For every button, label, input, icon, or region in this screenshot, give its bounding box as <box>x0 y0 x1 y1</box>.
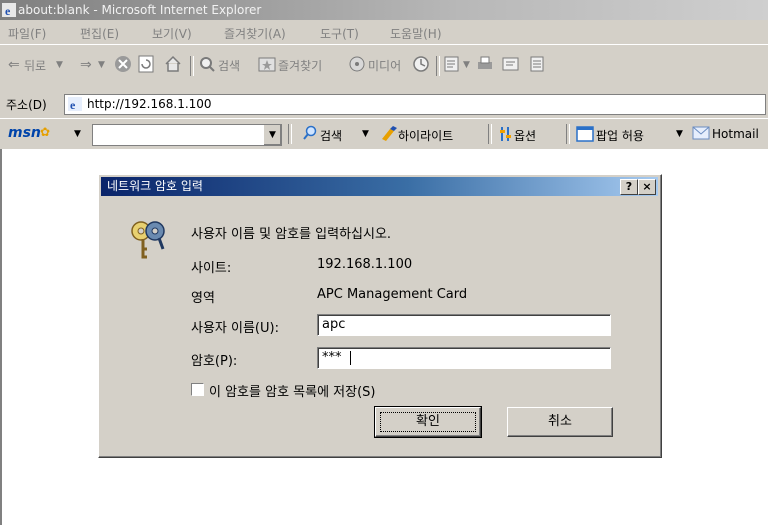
edit-icon[interactable] <box>502 55 520 73</box>
options-icon[interactable] <box>498 125 514 143</box>
hotmail-label[interactable]: Hotmail <box>712 127 759 141</box>
favorites-icon[interactable] <box>258 55 276 73</box>
msn-butterfly-icon: ✿ <box>40 125 51 139</box>
site-label: 사이트: <box>191 261 232 276</box>
msn-search-icon[interactable] <box>302 125 318 141</box>
address-bar: 주소(D) e http://192.168.1.100 <box>0 89 768 118</box>
msn-search-input[interactable]: ▼ <box>92 124 282 146</box>
ok-button[interactable]: 확인 <box>374 406 482 438</box>
username-value: apc <box>322 317 346 332</box>
refresh-icon[interactable] <box>138 55 154 73</box>
save-password-checkbox[interactable] <box>191 383 204 396</box>
menu-help[interactable]: 도움말(H) <box>390 25 442 42</box>
popups-dropdown-icon[interactable]: ▼ <box>676 129 683 139</box>
realm-value: APC Management Card <box>317 287 468 302</box>
home-icon[interactable] <box>164 55 182 73</box>
msn-search-dropdown-icon[interactable]: ▼ <box>362 129 369 139</box>
toolbar-separator <box>566 124 570 144</box>
popup-icon[interactable] <box>576 126 594 142</box>
text-caret <box>350 351 351 365</box>
favorites-button-label[interactable]: 즐겨찾기 <box>278 57 322 74</box>
help-icon: ? <box>625 180 633 193</box>
menu-favorites[interactable]: 즐겨찾기(A) <box>224 25 286 42</box>
search-icon[interactable] <box>198 55 216 73</box>
forward-dropdown-icon[interactable]: ▼ <box>98 60 105 70</box>
site-value: 192.168.1.100 <box>317 257 413 272</box>
ie-icon: e <box>2 3 16 17</box>
options-label[interactable]: 옵션 <box>514 127 536 144</box>
menu-view[interactable]: 보기(V) <box>152 25 192 42</box>
menu-bar: 파일(F) 편집(E) 보기(V) 즐겨찾기(A) 도구(T) 도움말(H) <box>0 20 768 44</box>
popups-label[interactable]: 팝업 허용 <box>596 127 644 144</box>
username-label: 사용자 이름(U): <box>191 321 279 336</box>
username-field[interactable]: apc <box>317 314 611 336</box>
menu-edit[interactable]: 편집(E) <box>80 25 119 42</box>
mail-dropdown-icon[interactable]: ▼ <box>463 60 470 70</box>
highlight-label[interactable]: 하이라이트 <box>398 127 453 144</box>
focus-rect <box>380 412 476 432</box>
toolbar-separator <box>436 56 440 76</box>
window-title-bar[interactable]: e about:blank - Microsoft Internet Explo… <box>0 0 768 20</box>
toolbar-separator <box>288 124 292 144</box>
discuss-icon[interactable] <box>528 55 546 73</box>
menu-tools[interactable]: 도구(T) <box>320 25 359 42</box>
standard-toolbar: ⇐ 뒤로 ▼ ⇒ ▼ 검색 즐겨찾기 미디어 ▼ <box>0 44 768 90</box>
toolbar-separator <box>190 56 194 76</box>
save-password-label[interactable]: 이 암호를 암호 목록에 저장(S) <box>209 381 376 400</box>
address-value: http://192.168.1.100 <box>87 97 212 111</box>
address-input[interactable]: e http://192.168.1.100 <box>64 94 766 115</box>
msn-toolbar: msn ✿ ▼ ▼ 검색 ▼ 하이라이트 옵션 팝업 허용 ▼ Hotmail <box>0 118 768 150</box>
mail-icon[interactable] <box>444 55 462 73</box>
close-button[interactable]: × <box>638 179 656 195</box>
password-label: 암호(P): <box>191 354 238 369</box>
forward-icon[interactable]: ⇒ <box>80 57 92 73</box>
page-icon: e <box>68 97 82 111</box>
svg-text:e: e <box>5 4 11 17</box>
keys-icon <box>131 221 165 259</box>
msn-logo[interactable]: msn <box>8 125 41 141</box>
search-button-label[interactable]: 검색 <box>218 57 240 74</box>
toolbar-separator <box>488 124 492 144</box>
close-icon: × <box>642 180 652 193</box>
back-button-label[interactable]: 뒤로 <box>24 57 46 74</box>
svg-text:e: e <box>70 98 76 111</box>
password-value: *** <box>322 350 342 365</box>
history-icon[interactable] <box>412 55 430 73</box>
address-label: 주소(D) <box>6 98 47 112</box>
msn-dropdown-icon[interactable]: ▼ <box>74 129 81 139</box>
chevron-down-icon[interactable]: ▼ <box>263 125 281 145</box>
dialog-title: 네트워크 암호 입력 <box>107 179 203 193</box>
back-dropdown-icon[interactable]: ▼ <box>56 60 63 70</box>
menu-file[interactable]: 파일(F) <box>8 25 46 42</box>
password-field[interactable]: *** <box>317 347 611 369</box>
back-icon[interactable]: ⇐ <box>8 57 20 73</box>
highlight-icon[interactable] <box>380 125 398 141</box>
cancel-button[interactable]: 취소 <box>507 407 613 437</box>
stop-icon[interactable] <box>114 55 132 73</box>
dialog-title-bar[interactable]: 네트워크 암호 입력 ? × <box>101 177 658 196</box>
media-icon[interactable] <box>348 55 366 73</box>
hotmail-icon[interactable] <box>692 126 710 140</box>
network-password-dialog: 네트워크 암호 입력 ? × 사용자 이름 및 암호를 입력하십시오. 사이트:… <box>98 174 662 458</box>
msn-search-label[interactable]: 검색 <box>320 127 342 144</box>
media-button-label[interactable]: 미디어 <box>368 57 401 74</box>
realm-label: 영역 <box>191 291 215 306</box>
window-title: about:blank - Microsoft Internet Explore… <box>18 3 262 17</box>
print-icon[interactable] <box>476 55 494 73</box>
dialog-prompt: 사용자 이름 및 암호를 입력하십시오. <box>191 227 392 242</box>
cancel-button-label: 취소 <box>548 414 572 429</box>
help-button[interactable]: ? <box>620 179 638 195</box>
